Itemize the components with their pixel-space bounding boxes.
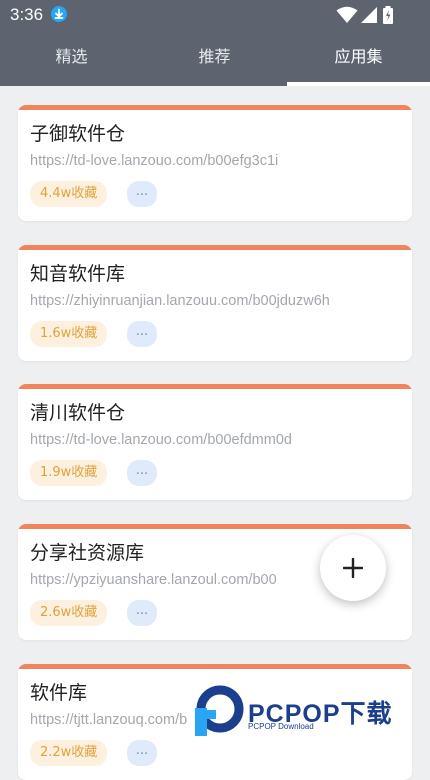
collection-card[interactable]: 子御软件仓 https://td-love.lanzouo.com/b00efg… bbox=[18, 105, 412, 221]
cellular-signal-icon bbox=[360, 6, 378, 28]
more-button[interactable]: ... bbox=[127, 600, 157, 626]
pcpop-logo-icon bbox=[195, 685, 244, 736]
collection-card[interactable]: 清川软件仓 https://td-love.lanzouo.com/b00efd… bbox=[18, 384, 412, 500]
tab-bar: 精选 推荐 应用集 bbox=[0, 36, 430, 86]
tab-recommended[interactable]: 推荐 bbox=[143, 36, 286, 82]
app-bar: 3:36 精选 推荐 应用集 bbox=[0, 0, 430, 86]
collection-card[interactable]: 知音软件库 https://zhiyinruanjian.lanzouu.com… bbox=[18, 245, 412, 361]
card-title: 子御软件仓 bbox=[30, 123, 126, 145]
more-button[interactable]: ... bbox=[127, 181, 157, 207]
watermark-subtitle: PCPOP Download bbox=[248, 722, 314, 731]
card-accent-strip bbox=[18, 384, 412, 389]
battery-icon bbox=[382, 6, 394, 28]
status-bar: 3:36 bbox=[0, 0, 430, 30]
card-url: https://td-love.lanzouo.com/b00efg3c1i bbox=[30, 153, 279, 169]
favorites-badge: 1.9w收藏 bbox=[30, 460, 108, 486]
tab-app-collections[interactable]: 应用集 bbox=[287, 36, 430, 82]
download-notification-icon bbox=[51, 6, 67, 22]
plus-icon bbox=[343, 558, 363, 578]
add-collection-button[interactable] bbox=[320, 535, 386, 601]
card-url: https://ypziyuanshare.lanzoul.com/b00 bbox=[30, 572, 277, 588]
card-url: https://tjtt.lanzouq.com/b bbox=[30, 712, 188, 728]
card-accent-strip bbox=[18, 524, 412, 529]
card-title: 知音软件库 bbox=[30, 263, 126, 285]
card-accent-strip bbox=[18, 245, 412, 250]
more-button[interactable]: ... bbox=[127, 321, 157, 347]
system-icons bbox=[336, 6, 398, 24]
card-accent-strip bbox=[18, 664, 412, 669]
favorites-badge: 2.2w收藏 bbox=[30, 740, 108, 766]
card-url: https://zhiyinruanjian.lanzouu.com/b00jd… bbox=[30, 293, 330, 309]
card-accent-strip bbox=[18, 105, 412, 110]
card-title: 分享社资源库 bbox=[30, 542, 145, 564]
more-button[interactable]: ... bbox=[127, 460, 157, 486]
card-title: 软件库 bbox=[30, 682, 88, 704]
more-button[interactable]: ... bbox=[127, 740, 157, 766]
favorites-badge: 1.6w收藏 bbox=[30, 321, 108, 347]
favorites-badge: 2.6w收藏 bbox=[30, 600, 108, 626]
favorites-badge: 4.4w收藏 bbox=[30, 181, 108, 207]
status-time: 3:36 bbox=[10, 5, 44, 24]
active-tab-indicator bbox=[287, 82, 430, 86]
tab-featured[interactable]: 精选 bbox=[0, 36, 143, 82]
card-title: 清川软件仓 bbox=[30, 402, 126, 424]
card-url: https://td-love.lanzouo.com/b00efdmm0d bbox=[30, 432, 292, 448]
pcpop-watermark: PCPOP下载 PCPOP Download bbox=[192, 684, 422, 740]
wifi-icon bbox=[336, 6, 358, 28]
